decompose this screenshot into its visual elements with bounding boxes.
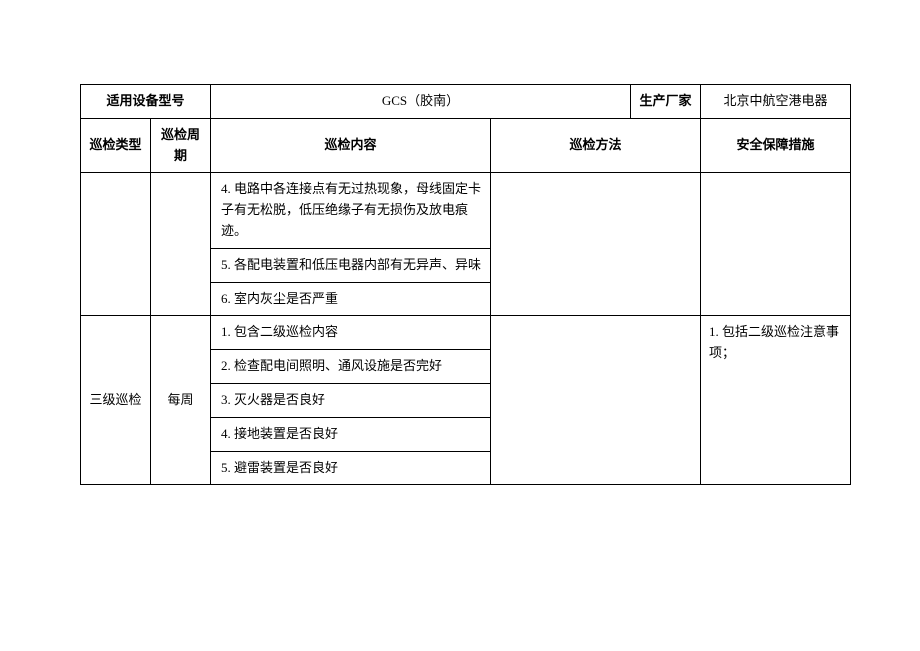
group1-type [81, 173, 151, 316]
inspection-table: 适用设备型号 GCS（胶南） 生产厂家 北京中航空港电器 巡检类型 巡检周期 巡… [80, 84, 851, 485]
group1-method [491, 173, 701, 316]
header-row-2: 巡检类型 巡检周期 巡检内容 巡检方法 安全保障措施 [81, 118, 851, 173]
group2-item: 2. 检查配电间照明、通风设施是否完好 [211, 350, 491, 384]
col-cycle: 巡检周期 [151, 118, 211, 173]
model-value: GCS（胶南） [211, 85, 631, 119]
group2-method [491, 316, 701, 485]
group1-item: 6. 室内灰尘是否严重 [211, 282, 491, 316]
group2-type: 三级巡检 [81, 316, 151, 485]
group2-item: 4. 接地装置是否良好 [211, 417, 491, 451]
group1-item: 5. 各配电装置和低压电器内部有无异声、异味 [211, 248, 491, 282]
col-type: 巡检类型 [81, 118, 151, 173]
manufacturer-value: 北京中航空港电器 [701, 85, 851, 119]
group2-item: 5. 避雷装置是否良好 [211, 451, 491, 485]
group2-safety: 1. 包括二级巡检注意事项； [701, 316, 851, 485]
col-safety: 安全保障措施 [701, 118, 851, 173]
col-content: 巡检内容 [211, 118, 491, 173]
group2-item: 1. 包含二级巡检内容 [211, 316, 491, 350]
table-row: 三级巡检 每周 1. 包含二级巡检内容 1. 包括二级巡检注意事项； [81, 316, 851, 350]
group1-cycle [151, 173, 211, 316]
group1-safety [701, 173, 851, 316]
group2-cycle: 每周 [151, 316, 211, 485]
group1-item: 4. 电路中各连接点有无过热现象，母线固定卡子有无松脱，低压绝缘子有无损伤及放电… [211, 173, 491, 248]
model-label: 适用设备型号 [81, 85, 211, 119]
col-method: 巡检方法 [491, 118, 701, 173]
table-row: 4. 电路中各连接点有无过热现象，母线固定卡子有无松脱，低压绝缘子有无损伤及放电… [81, 173, 851, 248]
header-row-1: 适用设备型号 GCS（胶南） 生产厂家 北京中航空港电器 [81, 85, 851, 119]
manufacturer-label: 生产厂家 [631, 85, 701, 119]
group2-item: 3. 灭火器是否良好 [211, 383, 491, 417]
